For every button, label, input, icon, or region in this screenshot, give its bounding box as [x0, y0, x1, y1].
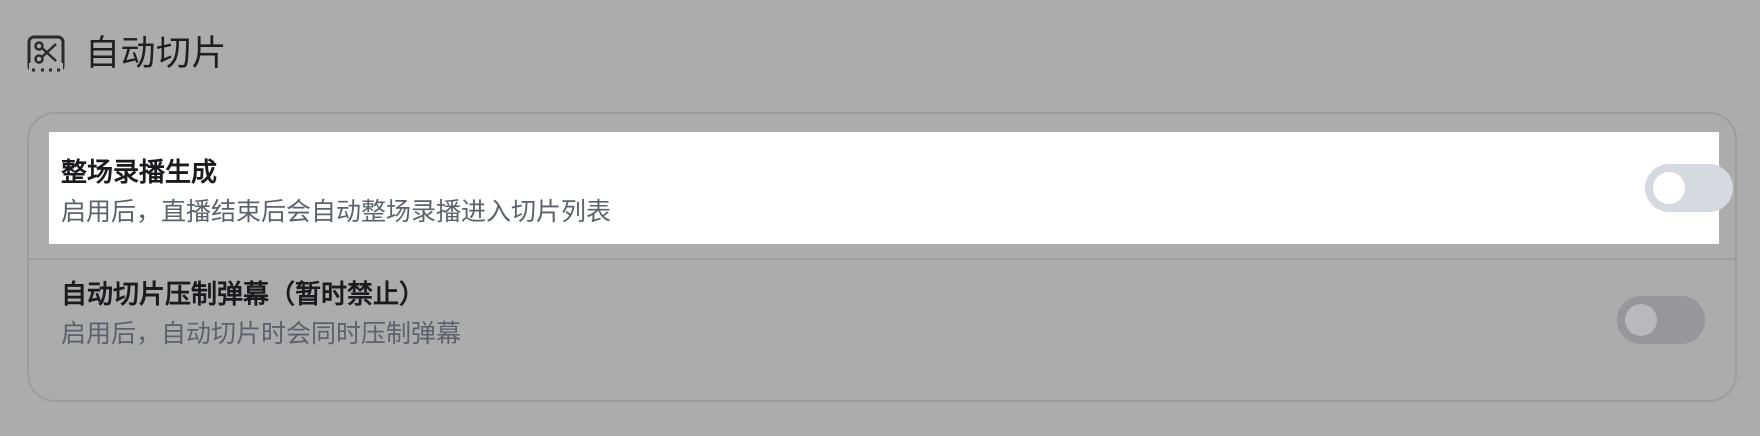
setting-title: 整场录播生成	[61, 158, 218, 188]
toggle-knob	[1625, 304, 1657, 336]
section-title: 自动切片	[85, 33, 228, 74]
setting-title: 自动切片压制弹幕（暂时禁止）	[61, 280, 426, 310]
danmaku-burn-toggle[interactable]	[1617, 296, 1705, 344]
toggle-knob	[1653, 172, 1685, 204]
setting-description: 启用后，自动切片时会同时压制弹幕	[61, 319, 462, 348]
scissors-icon	[27, 35, 65, 73]
full-recording-toggle[interactable]	[1645, 164, 1733, 212]
setting-description: 启用后，直播结束后会自动整场录播进入切片列表	[61, 197, 612, 226]
section-header: 自动切片	[27, 28, 227, 80]
setting-row-danmaku-burn: 自动切片压制弹幕（暂时禁止） 启用后，自动切片时会同时压制弹幕	[29, 260, 1735, 404]
setting-row-full-recording: 整场录播生成 启用后，直播结束后会自动整场录播进入切片列表	[49, 132, 1733, 244]
settings-card: 整场录播生成 启用后，直播结束后会自动整场录播进入切片列表 自动切片压制弹幕（暂…	[27, 112, 1737, 402]
